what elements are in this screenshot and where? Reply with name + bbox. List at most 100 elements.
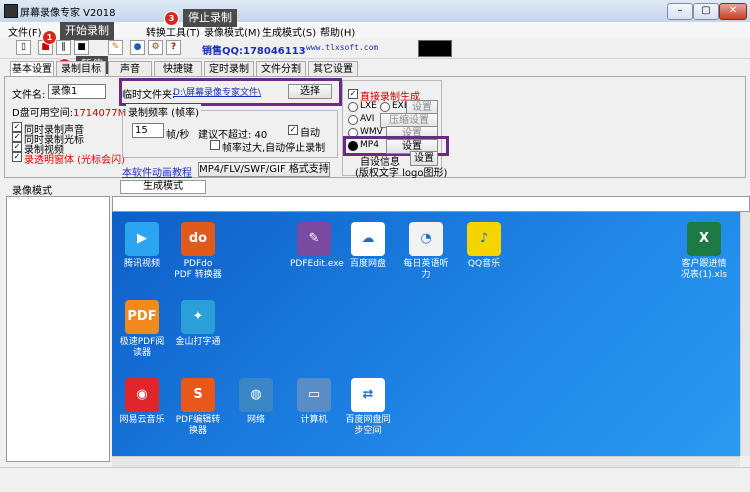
custom-info-sub: (版权文字 logo图形) (355, 168, 448, 179)
desktop-icon-label: 百度网盘同步空间 (345, 415, 391, 436)
desktop-icon-label: PDF编辑转换器 (175, 415, 221, 436)
desktop-icon[interactable]: ♪ QQ音乐 (460, 222, 508, 270)
desktop-icon[interactable]: S PDF编辑转换器 (174, 378, 222, 437)
app-icon (4, 4, 18, 18)
fast-pdf-reader-icon: PDF (125, 300, 159, 334)
stop-icon[interactable]: ■ (74, 40, 89, 55)
computer-icon: ▭ (297, 378, 331, 412)
desktop-icon-label: 金山打字通 (175, 337, 221, 347)
horizontal-scrollbar[interactable] (112, 456, 740, 467)
format-exe-radio[interactable] (380, 102, 390, 112)
desktop-icon-label: 网络 (246, 415, 265, 425)
pdfedit-icon: ✎ (297, 222, 331, 256)
desktop-icon-label: QQ音乐 (467, 259, 501, 269)
callout-stop-record: 停止录制 (183, 9, 237, 27)
baidu-sync-icon: ⇄ (351, 378, 385, 412)
settings-icon[interactable]: ⚙ (148, 40, 163, 55)
help-icon[interactable]: ? (166, 40, 181, 55)
auto-label: 自动 (300, 128, 320, 139)
desktop-icon-label: 网易云音乐 (119, 415, 165, 425)
qq-music-icon: ♪ (467, 222, 501, 256)
pdfdo-icon: do (181, 222, 215, 256)
filename-input[interactable]: 录像1 (48, 84, 106, 99)
menu-generate-mode[interactable]: 生成模式(S) (262, 24, 316, 39)
format-avi-radio[interactable] (348, 115, 358, 125)
format-mp4-radio[interactable] (348, 141, 358, 151)
record-mode-list[interactable] (6, 196, 110, 462)
pdf-editor-converter-icon: S (181, 378, 215, 412)
desktop-icon-label: 客户跟进情况表(1).xls (680, 259, 728, 280)
website-link[interactable]: www.tlxsoft.com (306, 43, 378, 52)
desktop-icon[interactable]: X 客户跟进情况表(1).xls (680, 222, 728, 281)
maximize-button[interactable]: ▢ (693, 3, 719, 20)
callout-badge-3: 3 (164, 11, 179, 26)
desktop-icon-label: 极速PDF阅读器 (119, 337, 165, 358)
desktop-icon[interactable]: ◉ 网易云音乐 (118, 378, 166, 426)
globe-icon[interactable]: ● (130, 40, 145, 55)
preview-ruler (112, 196, 750, 212)
tab-record-target[interactable]: 录制目标 (56, 61, 106, 77)
desktop-icon-label: PDFEdit.exe (290, 259, 344, 269)
disk-space-value: 1714077M (73, 108, 127, 119)
network-icon: ◍ (239, 378, 273, 412)
auto-stop-checkbox[interactable] (210, 140, 220, 150)
pause-icon[interactable]: ‖ (56, 40, 71, 55)
desktop-icon-label: 计算机 (300, 415, 328, 425)
generate-mode-tab[interactable]: 生成模式 (120, 180, 206, 194)
record-cursor-checkbox[interactable]: ✓ (12, 132, 22, 142)
temp-folder-path[interactable]: D:\屏幕录像专家文件\ (173, 85, 261, 98)
formats-support-button[interactable]: MP4/FLV/SWF/GIF 格式支持 (198, 162, 330, 177)
fps-unit: 帧/秒 (166, 130, 190, 141)
record-sound-checkbox[interactable]: ✓ (12, 122, 22, 132)
format-avi-label: AVI (360, 114, 375, 124)
tutorial-link[interactable]: 本软件动画教程 (122, 164, 192, 179)
auto-stop-label: 帧率过大,自动停止录制 (222, 143, 326, 154)
netease-music-icon: ◉ (125, 378, 159, 412)
desktop-icon[interactable]: ✦ 金山打字通 (174, 300, 222, 348)
vertical-scrollbar[interactable] (740, 212, 750, 456)
tab-other-settings[interactable]: 其它设置 (308, 61, 358, 77)
callout-start-record: 开始录制 (60, 22, 114, 40)
format-lxe-radio[interactable] (348, 102, 358, 112)
disk-space-label: D盘可用空间:1714077M (12, 108, 127, 119)
baidu-netdisk-icon: ☁ (351, 222, 385, 256)
desktop-icon[interactable]: do PDFdo PDF 转换器 (174, 222, 222, 281)
tab-file-split[interactable]: 文件分割 (256, 61, 306, 77)
tab-scheduled[interactable]: 定时录制 (204, 61, 254, 77)
tools-icon[interactable]: ✎ (108, 40, 123, 55)
desktop-icon[interactable]: PDF 极速PDF阅读器 (118, 300, 166, 359)
desktop-icon-label: 每日英语听力 (403, 259, 449, 280)
english-listening-icon: ◔ (409, 222, 443, 256)
menu-help[interactable]: 帮助(H) (320, 24, 355, 39)
sales-qq: 销售QQ:178046113 (202, 46, 306, 57)
desktop-icon-label: 腾讯视频 (123, 259, 160, 269)
callout-badge-1: 1 (42, 30, 57, 45)
desktop-icon[interactable]: ◍ 网络 (232, 378, 280, 426)
tab-sound[interactable]: 声音 (108, 61, 152, 77)
direct-generate-checkbox[interactable]: ✓ (348, 89, 358, 99)
desktop-icon[interactable]: ▭ 计算机 (290, 378, 338, 426)
kingsoft-typing-icon: ✦ (181, 300, 215, 334)
desktop-icon[interactable]: ▶ 腾讯视频 (118, 222, 166, 270)
desktop-icon[interactable]: ☁ 百度网盘 (344, 222, 392, 270)
fps-input[interactable]: 15 (132, 123, 164, 138)
tab-hotkeys[interactable]: 快捷键 (154, 61, 202, 77)
color-preview (418, 40, 452, 57)
status-bar (0, 467, 750, 492)
new-file-icon[interactable]: ▯ (16, 40, 31, 55)
minimize-button[interactable]: – (667, 3, 693, 20)
format-lxe-label: LXE (360, 101, 377, 111)
filename-label: 文件名: (12, 90, 46, 101)
menu-file[interactable]: 文件(F) (8, 24, 42, 39)
temp-folder-label: 临时文件夹: (122, 90, 176, 101)
close-button[interactable]: ✕ (719, 3, 747, 20)
desktop-icon[interactable]: ⇄ 百度网盘同步空间 (344, 378, 392, 437)
tab-basic[interactable]: 基本设置 (10, 61, 54, 77)
record-mode-title: 录像模式 (12, 186, 52, 197)
auto-checkbox[interactable]: ✓ (288, 125, 298, 135)
desktop-icon[interactable]: ◔ 每日英语听力 (402, 222, 450, 281)
record-transparent-checkbox[interactable]: ✓ (12, 152, 22, 162)
desktop-icon[interactable]: ✎ PDFEdit.exe (290, 222, 344, 270)
record-video-checkbox[interactable]: ✓ (12, 142, 22, 152)
choose-folder-button[interactable]: 选择 (288, 84, 332, 99)
